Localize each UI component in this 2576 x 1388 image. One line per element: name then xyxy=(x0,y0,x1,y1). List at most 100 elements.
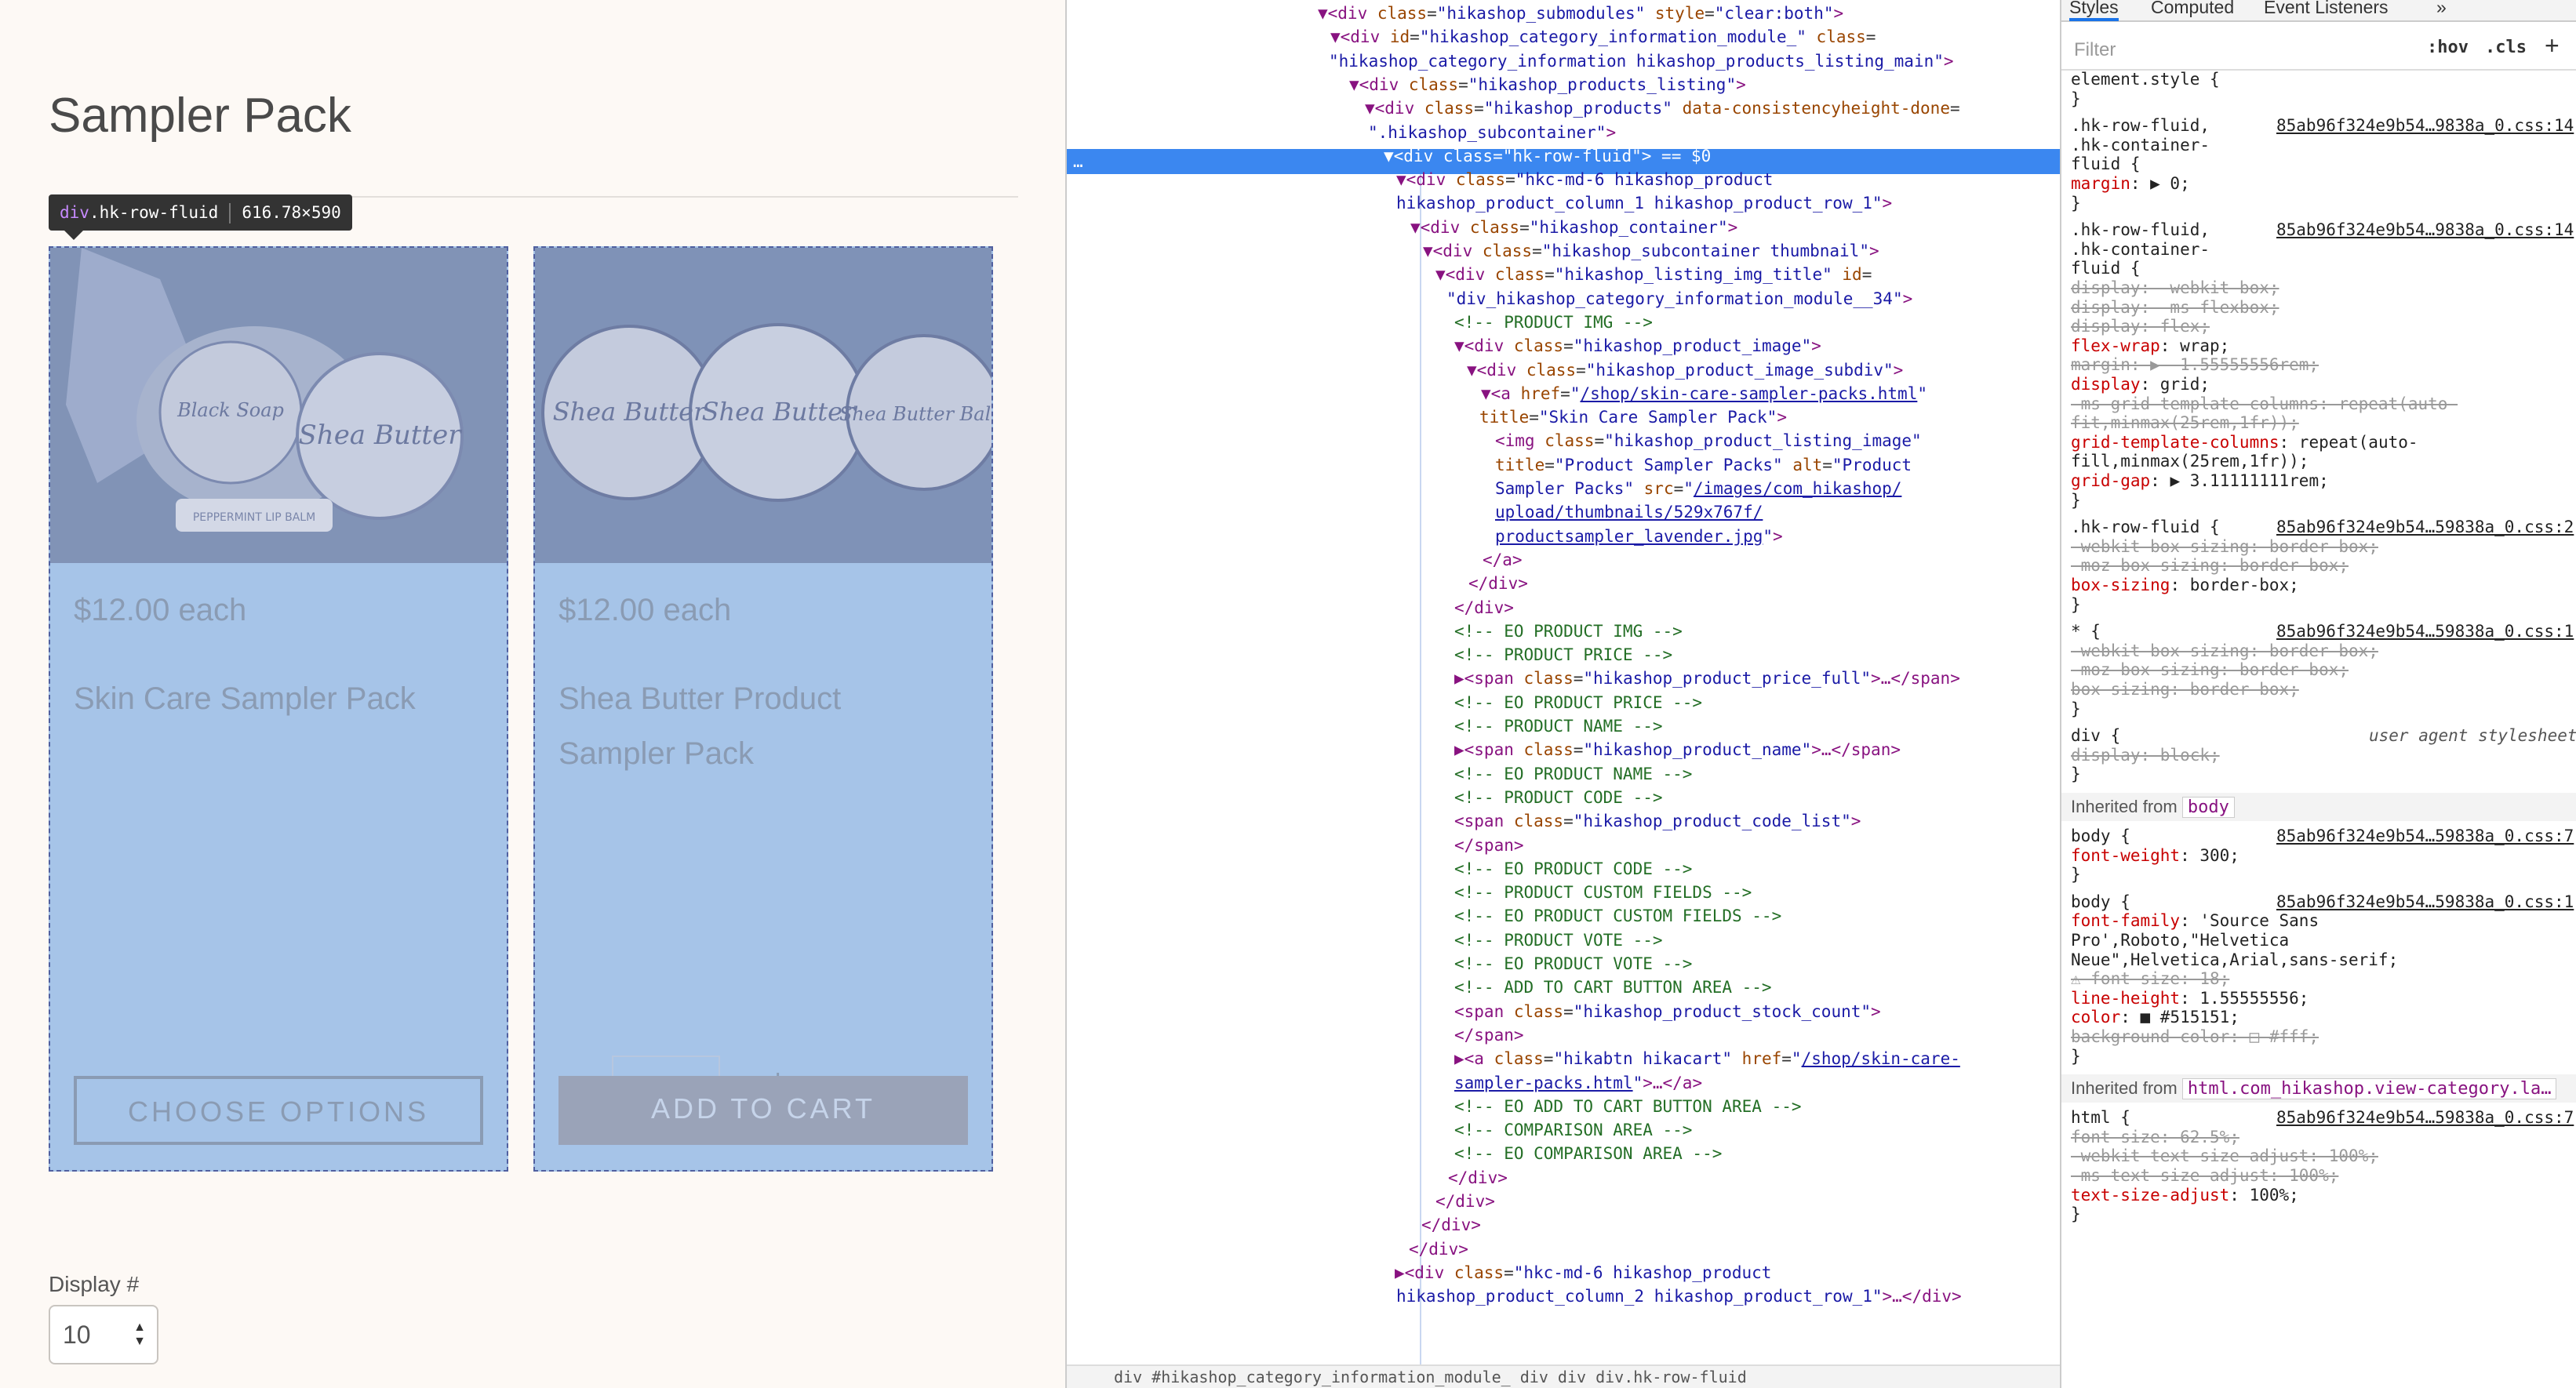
css-source-link[interactable]: 85ab96f324e9b54…59838a_0.css:1 xyxy=(2276,621,2574,642)
dom-node-line[interactable]: ▼<div class="hikashop_submodules" style=… xyxy=(1318,2,1843,25)
display-count-select[interactable]: 10 ▲ ▼ xyxy=(49,1305,158,1364)
dom-node-line[interactable]: ▼<div class="hikashop_listing_img_title"… xyxy=(1435,263,1872,286)
dom-node-line[interactable]: ".hikashop_subcontainer"> xyxy=(1368,121,1616,144)
new-rule-button[interactable]: + xyxy=(2545,31,2560,60)
dom-node-line[interactable]: <!-- EO PRODUCT CUSTOM FIELDS --> xyxy=(1454,904,1781,928)
css-line[interactable]: } xyxy=(2071,1046,2081,1067)
css-line[interactable]: -webkit-box-sizing: border-box; xyxy=(2071,536,2378,558)
product-image-2[interactable]: Shea Butter Shea Butter Shea Butter Balm xyxy=(535,248,991,563)
css-line[interactable]: } xyxy=(2071,1204,2081,1225)
css-line[interactable]: margin: ▶ 0; xyxy=(2071,173,2190,194)
css-line[interactable]: display: flex; xyxy=(2071,316,2210,337)
dom-node-line[interactable]: productsampler_lavender.jpg"> xyxy=(1495,525,1783,548)
css-line[interactable]: } xyxy=(2071,594,2081,616)
filter-input[interactable]: Filter xyxy=(2071,35,2408,66)
dom-node-line[interactable]: <!-- PRODUCT PRICE --> xyxy=(1454,643,1672,667)
css-line[interactable]: } xyxy=(2071,193,2081,214)
tab-event-listeners[interactable]: Event Listeners xyxy=(2264,0,2389,18)
css-line[interactable]: line-height: 1.55555556; xyxy=(2071,988,2309,1009)
dom-breadcrumb[interactable]: div #hikashop_category_information_modul… xyxy=(1067,1364,2060,1388)
dom-node-line[interactable]: </div> xyxy=(1435,1190,1495,1213)
css-line[interactable]: -moz-box-sizing: border-box; xyxy=(2071,555,2349,576)
css-source-link[interactable]: 85ab96f324e9b54…59838a_0.css:7 xyxy=(2276,1107,2574,1128)
tab-overflow[interactable]: » xyxy=(2436,0,2447,18)
css-source-link[interactable]: 85ab96f324e9b54…59838a_0.css:7 xyxy=(2276,826,2574,847)
css-line[interactable]: .hk-row-fluid {85ab96f324e9b54…59838a_0.… xyxy=(2071,517,2574,538)
css-line[interactable]: fill,minmax(25rem,1fr)); xyxy=(2071,451,2309,472)
choose-options-button[interactable]: CHOOSE OPTIONS xyxy=(74,1076,483,1145)
css-line[interactable]: } xyxy=(2071,699,2081,720)
css-line[interactable]: fluid { xyxy=(2071,154,2141,175)
dom-node-line[interactable]: </div> xyxy=(1421,1213,1481,1237)
hov-toggle[interactable]: :hov xyxy=(2427,38,2469,57)
dom-node-line[interactable]: ▼<a href="/shop/skin-care-sampler-packs.… xyxy=(1481,382,1927,405)
dom-node-line[interactable]: <!-- EO PRODUCT NAME --> xyxy=(1454,762,1692,786)
dom-node-line[interactable]: hikashop_product_column_1 hikashop_produ… xyxy=(1396,191,1892,215)
css-line[interactable]: } xyxy=(2071,490,2081,511)
dom-node-line[interactable]: <!-- EO PRODUCT PRICE --> xyxy=(1454,691,1702,714)
dom-node-line[interactable]: </div> xyxy=(1468,572,1528,595)
dom-node-line[interactable]: </div> xyxy=(1409,1237,1468,1261)
dom-node-line[interactable]: </span> xyxy=(1454,1023,1524,1047)
dom-node-line[interactable]: <!-- EO PRODUCT CODE --> xyxy=(1454,857,1692,881)
css-line[interactable]: text-size-adjust: 100%; xyxy=(2071,1185,2299,1206)
dom-node-line[interactable]: <!-- EO PRODUCT IMG --> xyxy=(1454,620,1683,643)
dom-node-line[interactable]: <!-- PRODUCT CUSTOM FIELDS --> xyxy=(1454,881,1752,904)
dom-node-line[interactable]: ▶<a class="hikabtn hikacart" href="/shop… xyxy=(1454,1047,1960,1070)
dom-node-line[interactable]: ▶<div class="hkc-md-6 hikashop_product xyxy=(1395,1261,1771,1284)
css-line[interactable]: ⚠ font-size: 18; xyxy=(2071,968,2229,990)
dom-node-line[interactable]: <!-- PRODUCT IMG --> xyxy=(1454,311,1653,334)
dom-node-line[interactable]: ▼<div class="hkc-md-6 hikashop_product xyxy=(1396,168,1773,191)
css-line[interactable]: box-sizing: border-box; xyxy=(2071,575,2299,596)
dom-node-line[interactable]: ▼<div class="hikashop_container"> xyxy=(1410,216,1737,239)
css-line[interactable]: .hk-container- xyxy=(2071,135,2210,156)
dom-node-line[interactable]: title="Product Sampler Packs" alt="Produ… xyxy=(1495,453,1912,477)
tab-styles[interactable]: Styles xyxy=(2069,0,2119,21)
css-line[interactable]: grid-gap: ▶ 3.11111111rem; xyxy=(2071,471,2329,492)
css-line[interactable]: } xyxy=(2071,89,2081,110)
css-line[interactable]: fluid { xyxy=(2071,258,2141,279)
product-image-1[interactable]: Black Soap Shea Butter PEPPERMINT LIP BA… xyxy=(50,248,507,563)
tab-computed[interactable]: Computed xyxy=(2151,0,2234,18)
inherited-tag[interactable]: html.com_hikashop.view-category.la… xyxy=(2181,1078,2557,1100)
css-line[interactable]: .hk-row-fluid, 85ab96f324e9b54…9838a_0.cs… xyxy=(2071,115,2574,136)
node-menu-dots[interactable]: … xyxy=(1073,149,1083,174)
css-line[interactable]: flex-wrap: wrap; xyxy=(2071,336,2229,357)
inherited-tag[interactable]: body xyxy=(2181,797,2235,818)
dom-node-line[interactable]: </span> xyxy=(1454,834,1524,857)
css-source-link[interactable]: 85ab96f324e9b54…9838a_0.css:14 xyxy=(2276,220,2574,241)
css-line[interactable]: div {user agent stylesheet xyxy=(2071,725,2576,747)
dom-node-line[interactable]: ▼<div class="hikashop_products" data-con… xyxy=(1365,96,1960,120)
dom-node-line[interactable]: title="Skin Care Sampler Pack"> xyxy=(1479,405,1787,429)
css-line[interactable]: display: -ms-flexbox; xyxy=(2071,297,2279,318)
css-line[interactable]: .hk-container- xyxy=(2071,239,2210,260)
dom-node-line[interactable]: ▼<div class="hikashop_products_listing"> xyxy=(1349,73,1746,96)
css-line[interactable]: font-weight: 300; xyxy=(2071,845,2239,867)
dom-node-line[interactable]: <!-- PRODUCT VOTE --> xyxy=(1454,928,1663,952)
dom-node-line[interactable]: sampler-packs.html">…</a> xyxy=(1454,1071,1702,1095)
dom-node-line[interactable]: <span class="hikashop_product_code_list"… xyxy=(1454,809,1861,833)
css-line[interactable]: Pro',Roboto,"Helvetica xyxy=(2071,930,2289,951)
css-source-link[interactable]: 85ab96f324e9b54…9838a_0.css:14 xyxy=(2276,115,2574,136)
css-line[interactable]: background-color: □ #fff; xyxy=(2071,1026,2319,1048)
dom-node-line[interactable]: <!-- PRODUCT NAME --> xyxy=(1454,714,1663,738)
dom-node-line[interactable]: ▼<div class="hk-row-fluid"> == $0 xyxy=(1384,144,1711,168)
dom-node-line[interactable]: Sampler Packs" src="/images/com_hikashop… xyxy=(1495,477,1901,500)
dom-node-line[interactable]: "hikashop_category_information hikashop_… xyxy=(1329,49,1954,73)
product-card-2[interactable]: Shea Butter Shea Butter Shea Butter Balm… xyxy=(533,246,993,1172)
product-card-1[interactable]: Black Soap Shea Butter PEPPERMINT LIP BA… xyxy=(49,246,508,1172)
dom-node-line[interactable]: ▶<span class="hikashop_product_price_ful… xyxy=(1454,667,1960,690)
css-line[interactable]: font-size: 62.5%; xyxy=(2071,1127,2239,1148)
dom-node-line[interactable]: </div> xyxy=(1454,596,1514,620)
css-line[interactable]: display: block; xyxy=(2071,745,2220,766)
css-line[interactable]: html {85ab96f324e9b54…59838a_0.css:7 xyxy=(2071,1107,2574,1128)
dom-node-line[interactable]: <!-- EO ADD TO CART BUTTON AREA --> xyxy=(1454,1095,1802,1118)
dom-node-line[interactable]: ▼<div id="hikashop_category_information_… xyxy=(1330,25,1876,49)
dom-node-line[interactable]: "div_hikashop_category_information_modul… xyxy=(1446,287,1912,311)
css-line[interactable]: -webkit-box-sizing: border-box; xyxy=(2071,641,2378,662)
dom-node-line[interactable]: </a> xyxy=(1483,548,1523,572)
cls-toggle[interactable]: .cls xyxy=(2485,38,2527,57)
product-name-2[interactable]: Shea Butter Product Sampler Pack xyxy=(558,671,966,781)
css-line[interactable]: Neue",Helvetica,Arial,sans-serif; xyxy=(2071,950,2398,971)
dom-node-line[interactable]: <span class="hikashop_product_stock_coun… xyxy=(1454,1000,1881,1023)
